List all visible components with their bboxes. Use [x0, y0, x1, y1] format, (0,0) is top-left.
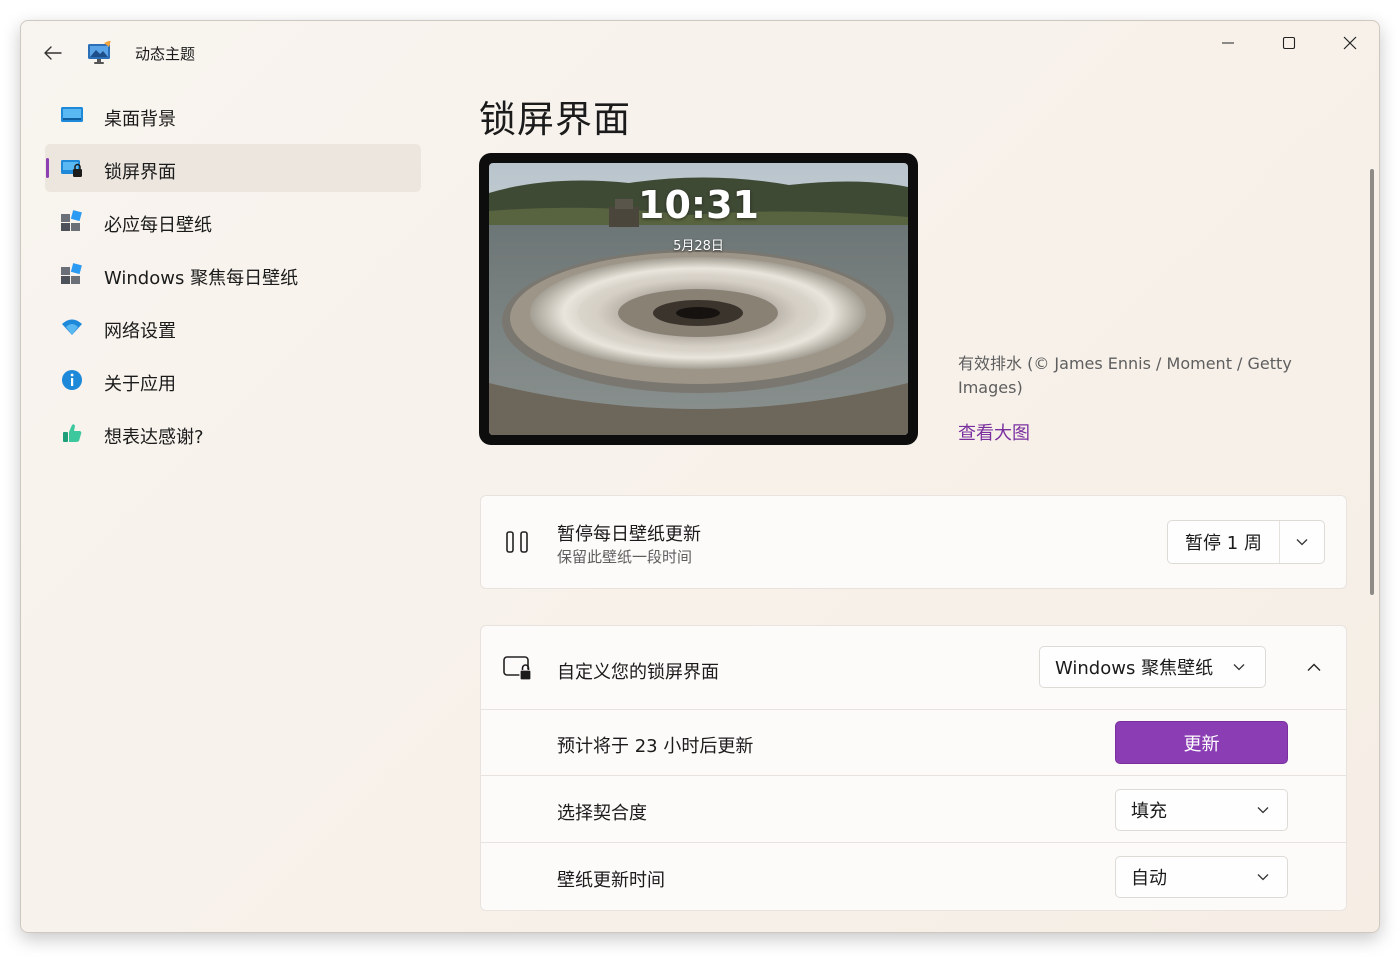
pause-title: 暂停每日壁纸更新 [557, 524, 701, 545]
sidebar-item-label: 网络设置 [104, 321, 176, 342]
wifi-icon [62, 319, 82, 335]
pause-card: 暂停每日壁纸更新 保留此壁纸一段时间 暂停 1 周 [480, 495, 1347, 589]
chevron-up-icon [1307, 663, 1321, 671]
maximize-button[interactable] [1266, 29, 1312, 57]
chevron-down-icon [1296, 539, 1308, 546]
sidebar-nav: 桌面背景 锁屏界面 必应每日壁纸 Windows 聚焦每日壁纸 网络设置 关于应… [45, 91, 421, 462]
sidebar-item-thanks[interactable]: 想表达感谢? [45, 409, 421, 457]
dropdown-value: 填充 [1131, 801, 1167, 822]
chevron-down-icon [1253, 857, 1273, 897]
lock-screen-icon [61, 160, 82, 177]
update-time-dropdown[interactable]: 自动 [1115, 856, 1288, 898]
sidebar-item-desktop-background[interactable]: 桌面背景 [45, 91, 421, 139]
app-window: 动态主题 桌面背景 锁屏界面 必应每日壁纸 Windows 聚焦每日壁纸 网络设… [20, 20, 1380, 933]
update-button[interactable]: 更新 [1115, 721, 1288, 764]
customize-header: 自定义您的锁屏界面 Windows 聚焦壁纸 [481, 626, 1346, 710]
minimize-icon [1222, 42, 1234, 44]
fit-row: 选择契合度 填充 [481, 777, 1346, 843]
chevron-down-icon [1253, 790, 1273, 830]
selected-indicator [46, 158, 49, 178]
sidebar-item-about-app[interactable]: 关于应用 [45, 356, 421, 404]
sidebar-item-label: 锁屏界面 [104, 162, 176, 183]
customize-title: 自定义您的锁屏界面 [557, 662, 719, 683]
close-button[interactable] [1327, 29, 1373, 57]
close-icon [1343, 36, 1357, 50]
collapse-button[interactable] [1299, 654, 1329, 680]
sidebar-item-network-settings[interactable]: 网络设置 [45, 303, 421, 351]
lock-time: 10:31 [638, 183, 759, 227]
pause-options-button[interactable] [1280, 521, 1324, 563]
preview-image: 10:31 5月28日 [489, 163, 908, 435]
dropdown-value: 自动 [1131, 868, 1167, 889]
sidebar-item-label: 想表达感谢? [104, 427, 204, 448]
customize-card: 自定义您的锁屏界面 Windows 聚焦壁纸 预计将于 23 小时后更新 更新 … [480, 625, 1347, 911]
back-arrow-icon [44, 46, 62, 60]
sidebar-item-label: Windows 聚焦每日壁纸 [104, 268, 299, 289]
update-time-row: 壁纸更新时间 自动 [481, 844, 1346, 910]
info-icon [62, 370, 82, 390]
app-title: 动态主题 [135, 45, 196, 63]
chevron-down-icon [1229, 647, 1249, 687]
update-time-label: 壁纸更新时间 [557, 870, 665, 891]
sidebar-item-label: 桌面背景 [104, 109, 176, 130]
dropdown-value: Windows 聚焦壁纸 [1055, 658, 1214, 679]
sidebar-item-bing-wallpaper[interactable]: 必应每日壁纸 [45, 197, 421, 245]
page-title: 锁屏界面 [479, 98, 631, 141]
wallpaper-credit: 有效排水 (© James Ennis / Moment / Getty Ima… [958, 354, 1292, 397]
fit-dropdown[interactable]: 填充 [1115, 789, 1288, 831]
view-large-link[interactable]: 查看大图 [958, 419, 1030, 445]
pause-button[interactable]: 暂停 1 周 [1168, 521, 1280, 563]
sidebar-item-label: 关于应用 [104, 374, 176, 395]
lock-screen-preview: 10:31 5月28日 [479, 153, 918, 445]
bing-wallpaper-icon [61, 210, 82, 231]
sidebar-item-lock-screen[interactable]: 锁屏界面 [45, 144, 421, 192]
lock-date: 5月28日 [673, 239, 724, 254]
pause-icon [506, 531, 528, 553]
desktop-background-icon [61, 107, 83, 122]
spotlight-wallpaper-icon [61, 263, 82, 284]
pause-split-button: 暂停 1 周 [1167, 520, 1325, 564]
fit-label: 选择契合度 [557, 803, 647, 824]
lock-screen-outline-icon [503, 656, 532, 681]
pause-subtitle: 保留此壁纸一段时间 [557, 548, 693, 566]
update-row: 预计将于 23 小时后更新 更新 [481, 710, 1346, 776]
thumbs-up-icon [63, 424, 82, 442]
back-button[interactable] [35, 39, 71, 67]
sidebar-item-spotlight-wallpaper[interactable]: Windows 聚焦每日壁纸 [45, 250, 421, 298]
maximize-icon [1282, 36, 1296, 50]
app-logo-icon [88, 41, 111, 64]
next-update-label: 预计将于 23 小时后更新 [557, 736, 754, 757]
minimize-button[interactable] [1205, 29, 1251, 57]
sidebar-item-label: 必应每日壁纸 [104, 215, 212, 236]
title-bar: 动态主题 [21, 21, 1379, 83]
scrollbar[interactable] [1370, 169, 1374, 595]
wallpaper-source-dropdown[interactable]: Windows 聚焦壁纸 [1039, 646, 1266, 688]
